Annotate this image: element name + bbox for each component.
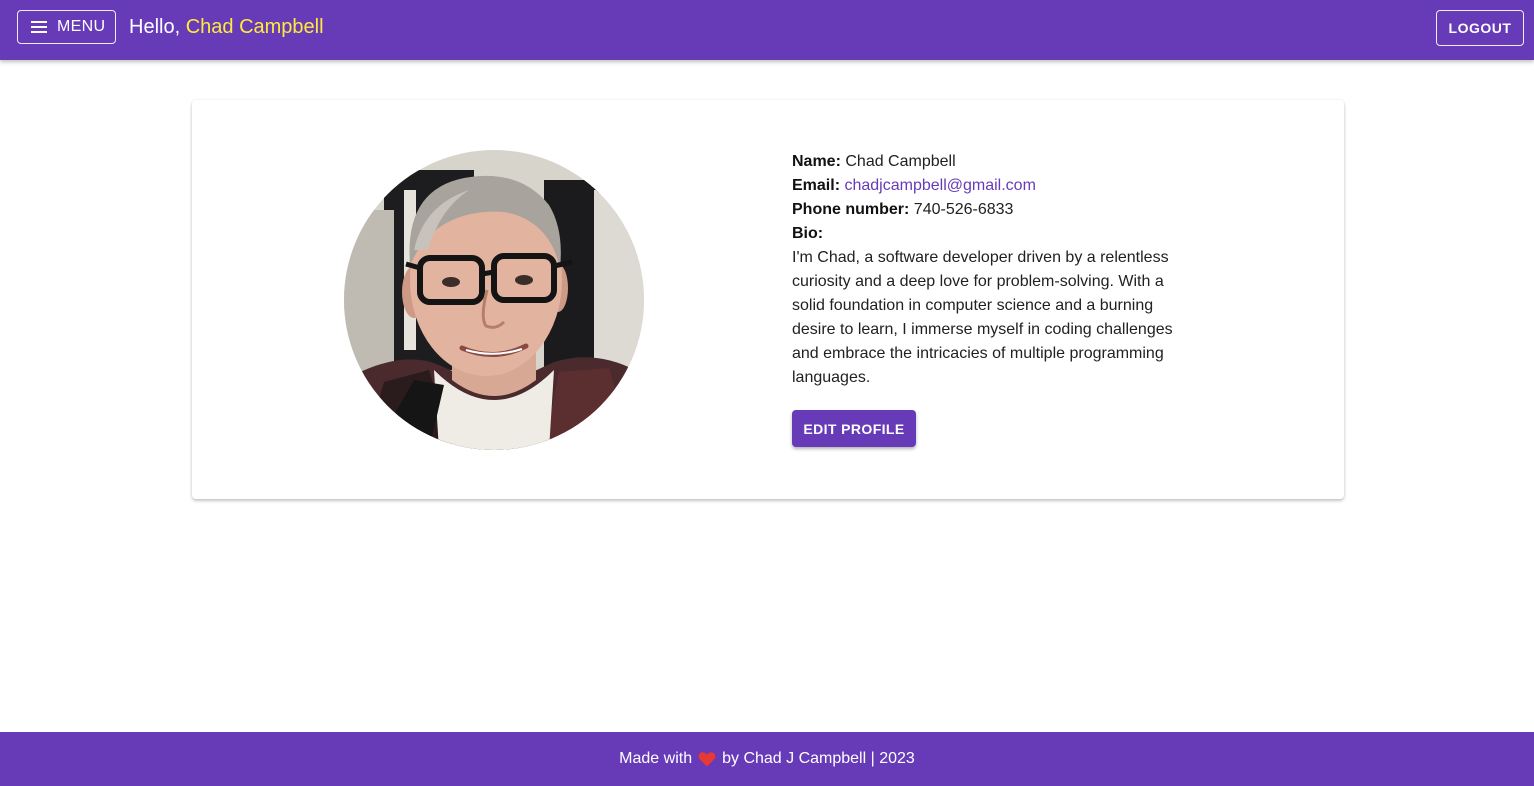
profile-photo <box>344 150 644 450</box>
greeting: Hello, Chad Campbell <box>129 16 324 39</box>
phone-row: Phone number: 740-526-6833 <box>792 198 1192 222</box>
name-value: Chad Campbell <box>845 153 956 170</box>
footer-text-after: by Chad J Campbell | 2023 <box>722 750 915 767</box>
menu-button-label: MENU <box>57 18 106 35</box>
phone-label: Phone number: <box>792 201 910 218</box>
email-link[interactable]: chadjcampbell@gmail.com <box>844 177 1035 194</box>
greeting-user-name: Chad Campbell <box>185 16 324 38</box>
menu-button[interactable]: MENU <box>17 10 116 44</box>
name-row: Name: Chad Campbell <box>792 150 1192 174</box>
profile-avatar <box>344 150 644 450</box>
email-label: Email: <box>792 177 841 194</box>
bio-row: Bio: <box>792 222 1192 246</box>
edit-profile-button[interactable]: EDIT PROFILE <box>792 410 916 447</box>
app-bar: MENU Hello, Chad Campbell LOGOUT <box>0 0 1534 60</box>
greeting-prefix: Hello, <box>129 16 186 38</box>
email-row: Email: chadjcampbell@gmail.com <box>792 174 1192 198</box>
bio-text: I'm Chad, a software developer driven by… <box>792 249 1173 386</box>
hamburger-menu-icon <box>31 21 47 33</box>
phone-value: 740-526-6833 <box>913 201 1014 218</box>
footer-text-before: Made with <box>619 750 693 767</box>
profile-info: Name: Chad Campbell Email: chadjcampbell… <box>792 150 1192 390</box>
name-label: Name: <box>792 153 841 170</box>
bio-label: Bio: <box>792 225 824 242</box>
logout-button[interactable]: LOGOUT <box>1436 10 1524 46</box>
profile-card: Name: Chad Campbell Email: chadjcampbell… <box>192 100 1344 499</box>
heart-icon <box>698 751 716 767</box>
footer: Made with by Chad J Campbell | 2023 <box>0 732 1534 786</box>
